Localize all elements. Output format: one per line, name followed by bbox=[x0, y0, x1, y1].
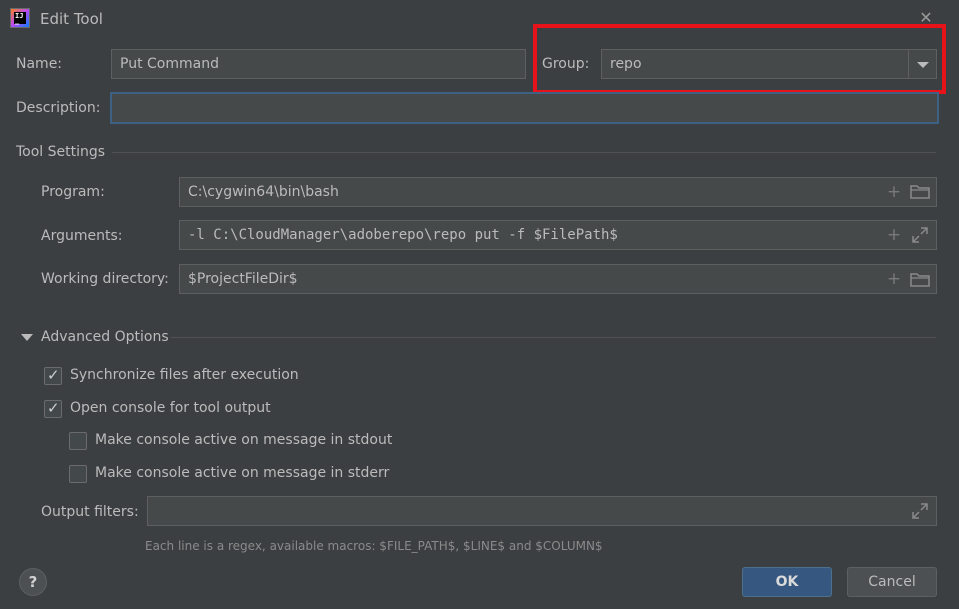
workdir-value: $ProjectFileDir$ bbox=[188, 271, 298, 287]
window-title: Edit Tool bbox=[40, 10, 103, 28]
description-field[interactable] bbox=[110, 92, 939, 124]
sync-files-label[interactable]: Synchronize files after execution bbox=[70, 367, 299, 383]
stderr-active-label[interactable]: Make console active on message in stderr bbox=[95, 465, 389, 481]
program-value: C:\cygwin64\bin\bash bbox=[188, 184, 339, 200]
workdir-label: Working directory: bbox=[41, 271, 169, 287]
name-label: Name: bbox=[16, 56, 63, 72]
ok-button[interactable]: OK bbox=[742, 567, 832, 597]
folder-icon[interactable] bbox=[910, 272, 930, 287]
stdout-active-label[interactable]: Make console active on message in stdout bbox=[95, 432, 392, 448]
arguments-value: -l C:\CloudManager\adoberepo\repo put -f… bbox=[188, 227, 618, 243]
highlight-box bbox=[533, 24, 946, 94]
output-filters-label: Output filters: bbox=[41, 504, 139, 520]
output-filters-hint: Each line is a regex, available macros: … bbox=[145, 539, 603, 553]
open-console-label[interactable]: Open console for tool output bbox=[70, 400, 271, 416]
description-label: Description: bbox=[16, 100, 101, 116]
app-logo-icon: IJ – bbox=[10, 8, 30, 28]
open-console-checkbox[interactable] bbox=[44, 399, 62, 418]
workdir-field[interactable]: $ProjectFileDir$ bbox=[179, 264, 937, 294]
output-filters-field[interactable] bbox=[147, 496, 937, 526]
folder-icon[interactable] bbox=[910, 184, 930, 199]
stderr-active-checkbox[interactable] bbox=[69, 465, 87, 483]
add-icon[interactable]: + bbox=[884, 269, 904, 289]
cancel-button[interactable]: Cancel bbox=[847, 567, 937, 597]
collapse-triangle-icon[interactable] bbox=[21, 334, 33, 341]
stdout-active-checkbox[interactable] bbox=[69, 432, 87, 450]
expand-icon[interactable] bbox=[911, 502, 929, 520]
program-field[interactable]: C:\cygwin64\bin\bash bbox=[179, 177, 937, 207]
name-field[interactable]: Put Command bbox=[111, 49, 526, 79]
arguments-label: Arguments: bbox=[41, 228, 123, 244]
program-label: Program: bbox=[41, 184, 105, 200]
tool-settings-header: Tool Settings bbox=[16, 144, 106, 160]
expand-icon[interactable] bbox=[911, 226, 929, 244]
sync-files-checkbox[interactable] bbox=[44, 366, 62, 385]
add-icon[interactable]: + bbox=[884, 182, 904, 202]
add-icon[interactable]: + bbox=[884, 225, 904, 245]
section-divider bbox=[170, 337, 936, 338]
section-divider bbox=[112, 152, 936, 153]
advanced-options-header[interactable]: Advanced Options bbox=[41, 329, 169, 345]
help-icon[interactable]: ? bbox=[19, 568, 47, 596]
arguments-field[interactable]: -l C:\CloudManager\adoberepo\repo put -f… bbox=[179, 220, 937, 250]
